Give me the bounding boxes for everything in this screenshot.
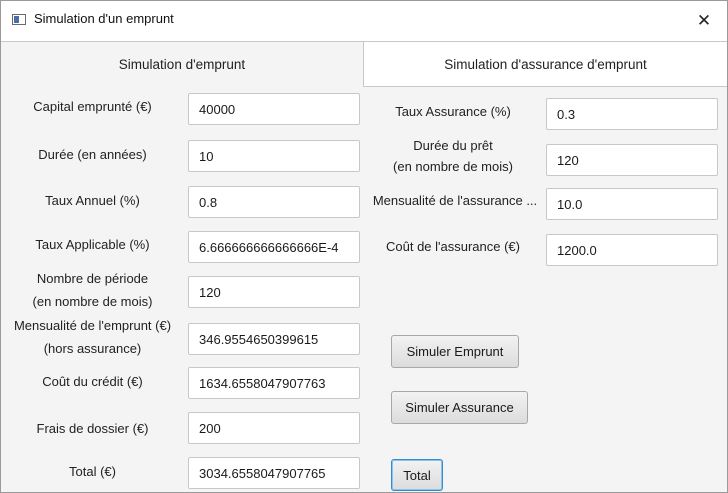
taux-assurance-label: Taux Assurance (%)	[395, 104, 511, 119]
taux-annuel-input[interactable]	[188, 186, 360, 218]
tab-label: Simulation d'emprunt	[118, 57, 246, 72]
close-icon: ✕	[696, 11, 712, 30]
mensualite-assurance-input[interactable]	[546, 188, 718, 220]
nb-periode-label-line1: Nombre de période	[36, 271, 149, 286]
duree-input[interactable]	[188, 140, 360, 172]
simuler-emprunt-button[interactable]: Simuler Emprunt	[391, 335, 519, 368]
total-label: Total (€)	[69, 464, 116, 479]
total-input[interactable]	[188, 457, 360, 489]
frais-dossier-label: Frais de dossier (€)	[36, 421, 149, 436]
cout-assurance-label: Coût de l'assurance (€)	[386, 239, 520, 254]
main-window: Simulation d'un emprunt ✕ Simulation d'e…	[0, 0, 728, 493]
nb-periode-input[interactable]	[188, 276, 360, 308]
title-bar: Simulation d'un emprunt ✕	[1, 1, 727, 41]
mensualite-assurance-label: Mensualité de l'assurance ...	[372, 193, 538, 208]
window-title: Simulation d'un emprunt	[34, 11, 174, 26]
tab-simulation-emprunt[interactable]: Simulation d'emprunt	[1, 41, 364, 87]
mensualite-label-line1: Mensualité de l'emprunt (€)	[13, 318, 172, 333]
total-button[interactable]: Total	[391, 459, 443, 491]
capital-input[interactable]	[188, 93, 360, 125]
cout-assurance-input[interactable]	[546, 234, 718, 266]
cout-credit-input[interactable]	[188, 367, 360, 399]
taux-applicable-label: Taux Applicable (%)	[35, 237, 150, 252]
simuler-assurance-button[interactable]: Simuler Assurance	[391, 391, 528, 424]
close-button[interactable]: ✕	[681, 1, 727, 41]
duree-pret-label-line1: Durée du prêt	[413, 138, 493, 153]
duree-label: Durée (en années)	[38, 147, 147, 162]
nb-periode-label-line2: (en nombre de mois)	[32, 294, 153, 309]
capital-label: Capital emprunté (€)	[33, 99, 152, 114]
app-icon	[12, 14, 26, 25]
tab-label: Simulation d'assurance d'emprunt	[444, 56, 647, 72]
taux-applicable-input[interactable]	[188, 231, 360, 263]
tab-simulation-assurance[interactable]: Simulation d'assurance d'emprunt	[364, 41, 727, 87]
duree-pret-input[interactable]	[546, 144, 718, 176]
duree-pret-label-line2: (en nombre de mois)	[393, 159, 513, 174]
taux-assurance-input[interactable]	[546, 98, 718, 130]
frais-dossier-input[interactable]	[188, 412, 360, 444]
cout-credit-label: Coût du crédit (€)	[42, 374, 143, 389]
mensualite-label-line2: (hors assurance)	[43, 341, 142, 356]
taux-annuel-label: Taux Annuel (%)	[45, 193, 140, 208]
mensualite-input[interactable]	[188, 323, 360, 355]
